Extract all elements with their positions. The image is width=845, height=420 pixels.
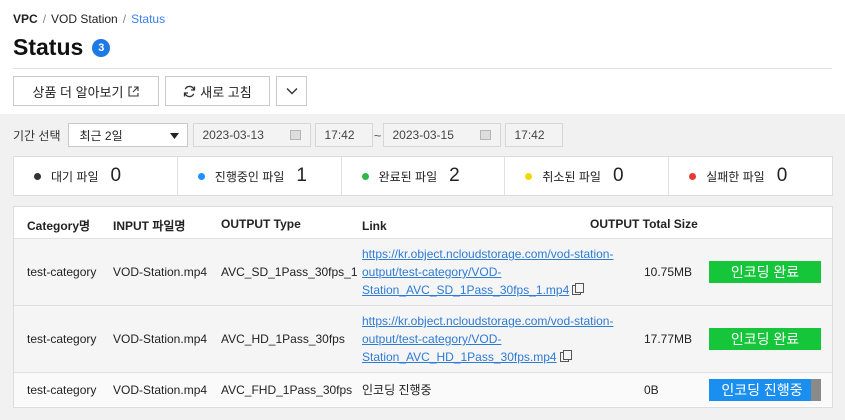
cell-category: test-category xyxy=(27,265,97,279)
status-dot-icon xyxy=(525,172,533,180)
summary-count: 0 xyxy=(776,165,788,186)
link-line: output/test-category/VOD- xyxy=(362,332,502,346)
table-header: Category명 INPUT 파일명 OUTPUT Type Link OUT… xyxy=(14,207,832,239)
table-row[interactable]: test-category VOD-Station.mp4 AVC_SD_1Pa… xyxy=(14,239,832,306)
cell-size: 10.75MB xyxy=(644,265,693,279)
end-time-value: 17:42 xyxy=(514,128,545,142)
cell-status: 인코딩 진행중 xyxy=(709,378,821,401)
breadcrumb: VPC / VOD Station / Status xyxy=(13,12,165,26)
summary-label: 취소된 파일 xyxy=(542,169,601,184)
cell-input: VOD-Station.mp4 xyxy=(113,265,208,279)
cell-output-type: AVC_SD_1Pass_30fps_1 xyxy=(221,265,358,279)
range-separator: ~ xyxy=(373,127,382,143)
period-select-value: 최근 2일 xyxy=(79,128,123,143)
toolbar: 상품 더 알아보기 새로 고침 xyxy=(13,76,313,106)
summary-waiting[interactable]: 대기 파일 0 xyxy=(14,157,178,195)
end-date-field[interactable]: 2023-03-15 xyxy=(382,123,501,147)
summary-count: 0 xyxy=(110,165,122,186)
cell-status: 인코딩 완료 xyxy=(709,328,821,350)
link-line: Station_AVC_HD_1Pass_30fps.mp4 xyxy=(362,350,557,364)
status-summary: 대기 파일 0 진행중인 파일 1 완료된 파일 2 취소된 파일 0 실패한 … xyxy=(13,156,833,196)
cell-category: test-category xyxy=(27,382,97,397)
status-badge: 인코딩 완료 xyxy=(709,328,821,350)
calendar-icon xyxy=(479,130,491,140)
summary-in-progress[interactable]: 진행중인 파일 1 xyxy=(178,157,342,195)
breadcrumb-current: Status xyxy=(131,12,166,26)
breadcrumb-separator: / xyxy=(42,12,47,26)
header-divider xyxy=(13,68,832,69)
status-badge: 인코딩 진행중 xyxy=(709,378,821,401)
cell-input: VOD-Station.mp4 xyxy=(113,382,208,397)
status-badge-label: 인코딩 진행중 xyxy=(721,381,803,398)
summary-cancelled[interactable]: 취소된 파일 0 xyxy=(505,157,670,195)
calendar-icon xyxy=(289,130,301,140)
table-row[interactable]: test-category VOD-Station.mp4 AVC_HD_1Pa… xyxy=(14,306,832,373)
summary-count: 0 xyxy=(612,165,624,186)
status-dot-icon xyxy=(34,172,41,180)
copy-icon[interactable] xyxy=(572,283,585,295)
header-input: INPUT 파일명 xyxy=(113,219,186,233)
header-output-type: OUTPUT Type xyxy=(221,217,301,231)
refresh-icon xyxy=(183,85,196,98)
status-badge: 인코딩 완료 xyxy=(709,261,821,283)
link-line: https://kr.object.ncloudstorage.com/vod-… xyxy=(362,247,614,261)
summary-label: 완료된 파일 xyxy=(378,169,438,184)
link-line: output/test-category/VOD- xyxy=(362,265,502,279)
status-dot-icon xyxy=(361,172,369,180)
refresh-button[interactable]: 새로 고침 xyxy=(165,76,270,106)
status-dot-icon xyxy=(689,172,697,180)
start-time-value: 17:42 xyxy=(324,128,355,142)
cell-status: 인코딩 완료 xyxy=(709,261,821,283)
output-link[interactable]: https://kr.object.ncloudstorage.com/vod-… xyxy=(362,314,613,364)
page-header: Status 3 xyxy=(13,34,111,61)
cell-output-type: AVC_FHD_1Pass_30fps xyxy=(221,382,353,397)
count-badge: 3 xyxy=(92,38,111,57)
period-select[interactable]: 최근 2일 xyxy=(67,123,188,147)
cell-link: https://kr.object.ncloudstorage.com/vod-… xyxy=(362,245,632,299)
cell-category: test-category xyxy=(27,332,97,346)
summary-failed[interactable]: 실패한 파일 0 xyxy=(669,157,832,195)
breadcrumb-vpc[interactable]: VPC xyxy=(13,12,38,26)
start-date-value: 2023-03-13 xyxy=(202,128,264,142)
summary-label: 진행중인 파일 xyxy=(214,169,285,184)
cell-output-type: AVC_HD_1Pass_30fps xyxy=(221,332,345,346)
period-filter: 기간 선택 최근 2일 2023-03-13 17:42 ~ 2023-03-1… xyxy=(13,123,563,147)
link-line: https://kr.object.ncloudstorage.com/vod-… xyxy=(362,314,614,328)
summary-label: 대기 파일 xyxy=(51,169,99,184)
cell-link: https://kr.object.ncloudstorage.com/vod-… xyxy=(362,312,632,366)
start-time-field[interactable]: 17:42 xyxy=(314,123,373,147)
summary-completed[interactable]: 완료된 파일 2 xyxy=(342,157,506,195)
external-link-icon xyxy=(128,85,140,97)
end-date-value: 2023-03-15 xyxy=(392,128,454,142)
breadcrumb-separator: / xyxy=(122,12,127,26)
more-options-button[interactable] xyxy=(276,76,307,106)
link-line: Station_AVC_SD_1Pass_30fps_1.mp4 xyxy=(362,283,570,297)
breadcrumb-vod-station[interactable]: VOD Station xyxy=(51,12,118,26)
header-total-size: OUTPUT Total Size xyxy=(590,217,698,231)
page-title: Status xyxy=(13,34,84,60)
learn-more-label: 상품 더 알아보기 xyxy=(32,84,124,100)
status-dot-icon xyxy=(197,172,205,180)
learn-more-button[interactable]: 상품 더 알아보기 xyxy=(13,76,159,106)
table-row[interactable]: test-category VOD-Station.mp4 AVC_FHD_1P… xyxy=(14,373,832,406)
cell-size: 17.77MB xyxy=(644,332,693,346)
end-time-field[interactable]: 17:42 xyxy=(504,123,563,147)
header-category: Category명 xyxy=(27,219,91,233)
refresh-label: 새로 고침 xyxy=(200,84,252,100)
summary-label: 실패한 파일 xyxy=(706,169,765,184)
copy-icon[interactable] xyxy=(559,350,572,362)
summary-count: 1 xyxy=(296,165,307,186)
cell-link: 인코딩 진행중 xyxy=(362,382,432,397)
period-label: 기간 선택 xyxy=(13,128,61,143)
start-date-field[interactable]: 2023-03-13 xyxy=(192,123,311,147)
status-table: Category명 INPUT 파일명 OUTPUT Type Link OUT… xyxy=(13,206,833,408)
chevron-down-icon xyxy=(286,87,298,95)
cell-size: 0B xyxy=(644,382,659,397)
caret-down-icon xyxy=(169,128,179,142)
summary-count: 2 xyxy=(449,165,460,186)
cell-input: VOD-Station.mp4 xyxy=(113,332,208,346)
